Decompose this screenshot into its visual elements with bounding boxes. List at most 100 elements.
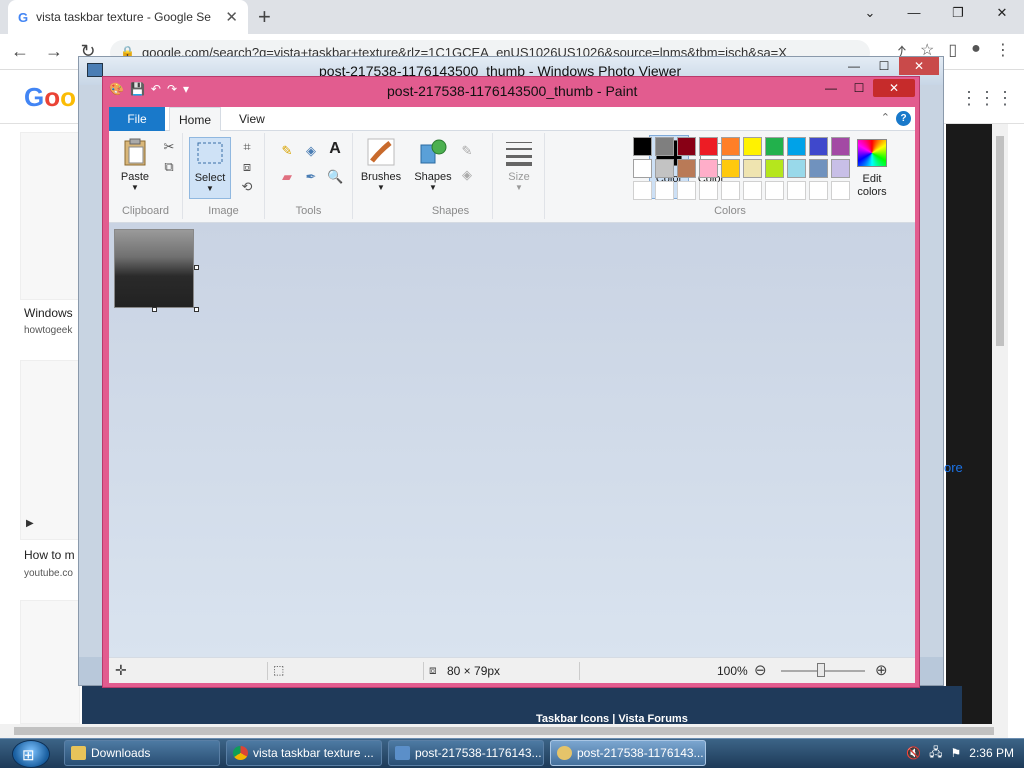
customize-qat-icon[interactable]: ▾	[183, 82, 189, 96]
undo-icon[interactable]: ↶	[151, 82, 161, 96]
eraser-icon[interactable]: ▰	[279, 169, 295, 185]
palette-custom-slot[interactable]	[721, 181, 740, 200]
palette-custom-slot[interactable]	[699, 181, 718, 200]
zoom-slider-thumb[interactable]	[817, 663, 825, 677]
tab-view[interactable]: View	[233, 107, 271, 131]
palette-swatch[interactable]	[655, 159, 674, 178]
palette-custom-slot[interactable]	[765, 181, 784, 200]
minimize-icon[interactable]: —	[817, 79, 845, 97]
minimize-icon[interactable]: —	[892, 0, 936, 30]
palette-swatch[interactable]	[787, 159, 806, 178]
palette-custom-slot[interactable]	[743, 181, 762, 200]
bottom-result-thumbnails[interactable]	[82, 686, 962, 724]
redo-icon[interactable]: ↷	[167, 82, 177, 96]
select-button[interactable]: Select ▼	[189, 137, 231, 199]
resize-handle-right[interactable]	[194, 265, 199, 270]
palette-swatch[interactable]	[809, 137, 828, 156]
horizontal-scroll-thumb[interactable]	[14, 727, 994, 735]
edit-colors-icon[interactable]	[857, 139, 887, 167]
sidepanel-icon[interactable]: ▯	[948, 40, 957, 64]
close-icon[interactable]: ✕	[899, 57, 939, 75]
palette-swatch[interactable]	[831, 137, 850, 156]
brushes-button[interactable]: Brushes ▼	[359, 137, 403, 197]
rotate-icon[interactable]: ⟲	[239, 179, 255, 195]
result-thumbnail-strip[interactable]	[946, 124, 992, 724]
minimize-icon[interactable]: —	[839, 57, 869, 75]
result-image[interactable]	[20, 600, 80, 724]
palette-custom-slot[interactable]	[809, 181, 828, 200]
fill-bucket-icon[interactable]: ◈	[303, 143, 319, 159]
resize-icon[interactable]: ⧈	[239, 159, 255, 175]
palette-swatch[interactable]	[677, 137, 696, 156]
forward-icon[interactable]: →	[44, 41, 64, 62]
edit-colors-button[interactable]: Edit colors	[849, 173, 895, 199]
collapse-ribbon-icon[interactable]: ⌃	[881, 111, 890, 126]
palette-custom-slot[interactable]	[633, 181, 652, 200]
result-title[interactable]: Windows	[24, 306, 73, 320]
text-tool-icon[interactable]: A	[327, 141, 343, 157]
menu-kebab-icon[interactable]: ⋮	[995, 40, 1011, 64]
pencil-icon[interactable]: ✎	[279, 143, 295, 159]
paint-app-icon[interactable]: 🎨	[109, 82, 124, 96]
help-icon[interactable]: ?	[896, 111, 911, 126]
taskbar-item-downloads[interactable]: Downloads	[64, 740, 220, 766]
palette-swatch[interactable]	[743, 137, 762, 156]
maximize-icon[interactable]: ☐	[869, 57, 899, 75]
palette-swatch[interactable]	[699, 137, 718, 156]
chevron-down-icon[interactable]: ⌄	[848, 0, 892, 30]
resize-handle-corner[interactable]	[194, 307, 199, 312]
close-tab-icon[interactable]: ✕	[225, 8, 238, 26]
color-picker-icon[interactable]: ✒	[303, 169, 319, 185]
paint-titlebar[interactable]: 🎨 💾 ↶ ↷ ▾ post-217538-1176143500_thumb -…	[103, 77, 919, 105]
taskbar-item-chrome[interactable]: vista taskbar texture ...	[226, 740, 382, 766]
save-icon[interactable]: 💾	[130, 82, 145, 96]
paste-button[interactable]: Paste ▼	[115, 137, 155, 197]
vertical-scroll-thumb[interactable]	[996, 136, 1004, 346]
result-title[interactable]: How to m	[24, 548, 75, 562]
palette-swatch[interactable]	[765, 137, 784, 156]
palette-swatch[interactable]	[787, 137, 806, 156]
clock[interactable]: 2:36 PM	[969, 746, 1014, 760]
chrome-tab[interactable]: G vista taskbar texture - Google Se ✕	[8, 0, 248, 34]
outline-icon[interactable]: ✎	[459, 143, 475, 159]
volume-muted-icon[interactable]: 🔇	[906, 746, 921, 760]
canvas-area[interactable]	[109, 223, 915, 657]
close-icon[interactable]: ✕	[873, 79, 915, 97]
zoom-in-icon[interactable]: ⊕	[875, 661, 888, 679]
fill-icon[interactable]: ◈	[459, 167, 475, 183]
apps-grid-icon[interactable]: ⋮⋮⋮	[960, 88, 1014, 109]
result-image[interactable]	[20, 132, 80, 300]
tab-home[interactable]: Home	[169, 107, 221, 132]
palette-custom-slot[interactable]	[831, 181, 850, 200]
close-icon[interactable]: ✕	[980, 0, 1024, 30]
action-center-icon[interactable]: ⚑	[951, 746, 962, 760]
palette-custom-slot[interactable]	[787, 181, 806, 200]
shapes-button[interactable]: Shapes ▼	[411, 137, 455, 197]
palette-swatch[interactable]	[721, 137, 740, 156]
google-logo[interactable]: Goo	[24, 82, 76, 113]
palette-swatch[interactable]	[633, 159, 652, 178]
palette-swatch[interactable]	[633, 137, 652, 156]
palette-swatch[interactable]	[699, 159, 718, 178]
tab-file[interactable]: File	[109, 107, 165, 131]
taskbar-item-paint[interactable]: post-217538-1176143...	[550, 740, 706, 766]
restore-icon[interactable]: ❐	[936, 0, 980, 30]
palette-swatch[interactable]	[655, 137, 674, 156]
resize-handle-bottom[interactable]	[152, 307, 157, 312]
cut-icon[interactable]: ✂	[161, 139, 177, 155]
canvas-image[interactable]	[114, 229, 194, 308]
palette-custom-slot[interactable]	[655, 181, 674, 200]
palette-swatch[interactable]	[765, 159, 784, 178]
magnifier-icon[interactable]: 🔍	[327, 169, 343, 185]
size-button[interactable]: Size ▼	[499, 137, 539, 197]
taskbar-item-photo-viewer[interactable]: post-217538-1176143...	[388, 740, 544, 766]
palette-swatch[interactable]	[677, 159, 696, 178]
new-tab-button[interactable]: +	[258, 4, 271, 30]
palette-swatch[interactable]	[743, 159, 762, 178]
palette-swatch[interactable]	[809, 159, 828, 178]
crop-icon[interactable]: ⌗	[239, 139, 255, 155]
palette-swatch[interactable]	[721, 159, 740, 178]
maximize-icon[interactable]: ☐	[845, 79, 873, 97]
back-icon[interactable]: ←	[10, 41, 30, 62]
zoom-out-icon[interactable]: ⊖	[754, 661, 767, 679]
